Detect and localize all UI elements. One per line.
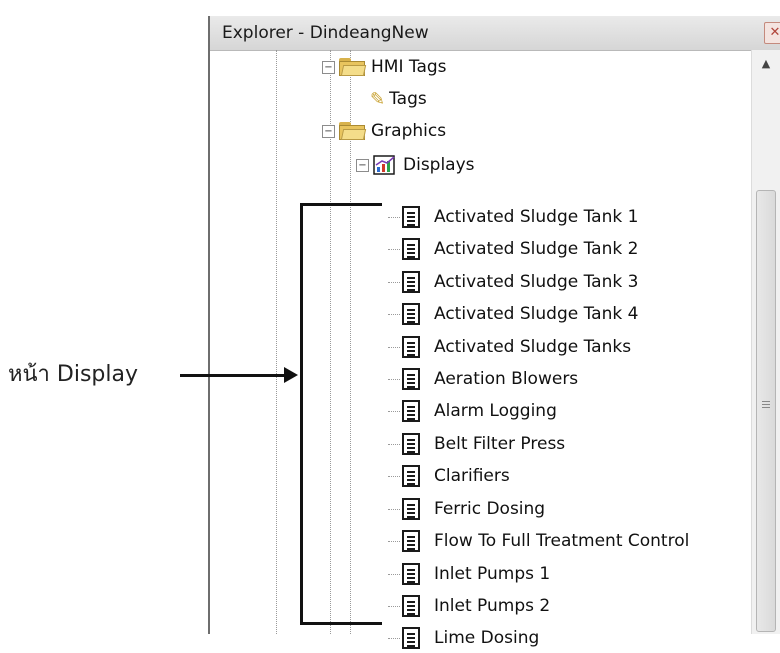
display-item[interactable]: Activated Sludge Tank 2 bbox=[402, 234, 638, 264]
window-title: Explorer - DindeangNew bbox=[222, 23, 429, 43]
collapse-icon[interactable]: − bbox=[322, 60, 335, 74]
tree-connector bbox=[388, 606, 400, 607]
explorer-window: Explorer - DindeangNew ✕ − HMI Tags ✎ Ta… bbox=[208, 16, 780, 649]
folder-icon bbox=[339, 58, 367, 76]
display-item[interactable]: Inlet Pumps 2 bbox=[402, 591, 550, 621]
display-item[interactable]: Lime Dosing bbox=[402, 623, 539, 653]
vertical-scrollbar[interactable]: ▲ bbox=[751, 50, 780, 634]
display-item[interactable]: Alarm Logging bbox=[402, 396, 557, 426]
display-item[interactable]: Aeration Blowers bbox=[402, 364, 578, 394]
display-item[interactable]: Activated Sludge Tanks bbox=[402, 332, 631, 362]
display-item[interactable]: Clarifiers bbox=[402, 461, 510, 491]
display-item[interactable]: Activated Sludge Tank 3 bbox=[402, 267, 638, 297]
tree-node-displays[interactable]: − Displays bbox=[356, 150, 475, 180]
display-item-label: Activated Sludge Tank 4 bbox=[434, 304, 639, 324]
close-button[interactable]: ✕ bbox=[764, 22, 780, 44]
display-document-icon bbox=[402, 465, 420, 487]
display-item-label: Flow To Full Treatment Control bbox=[434, 531, 690, 551]
display-item-label: Lime Dosing bbox=[434, 628, 540, 648]
displays-chart-icon bbox=[373, 155, 397, 175]
display-item-label: Ferric Dosing bbox=[434, 499, 546, 519]
tree-node-graphics[interactable]: − Graphics bbox=[322, 116, 446, 146]
collapse-icon[interactable]: − bbox=[322, 124, 335, 138]
display-item-label: Inlet Pumps 1 bbox=[434, 564, 551, 584]
display-document-icon bbox=[402, 627, 420, 649]
display-item-label: Belt Filter Press bbox=[434, 434, 566, 454]
tree-connector bbox=[388, 282, 400, 283]
display-item[interactable]: Activated Sludge Tank 4 bbox=[402, 299, 638, 329]
display-document-icon bbox=[402, 206, 420, 228]
display-item-label: Activated Sludge Tanks bbox=[434, 337, 632, 357]
callout-arrow-line bbox=[180, 374, 288, 377]
tree-node-hmi-tags[interactable]: − HMI Tags bbox=[322, 52, 447, 82]
tree-connector bbox=[388, 379, 400, 380]
display-item[interactable]: Belt Filter Press bbox=[402, 429, 565, 459]
explorer-tree: − HMI Tags ✎ Tags − Graphics − Displays … bbox=[210, 50, 750, 649]
callout-arrow-head-icon bbox=[284, 367, 298, 383]
display-item[interactable]: Inlet Pumps 1 bbox=[402, 559, 550, 589]
tree-connector bbox=[388, 541, 400, 542]
tree-node-label: Displays bbox=[403, 155, 475, 175]
display-document-icon bbox=[402, 271, 420, 293]
display-item[interactable]: Activated Sludge Tank 1 bbox=[402, 202, 638, 232]
display-document-icon bbox=[402, 303, 420, 325]
tree-connector bbox=[388, 444, 400, 445]
title-bar[interactable]: Explorer - DindeangNew ✕ bbox=[210, 16, 780, 51]
tree-connector bbox=[388, 509, 400, 510]
collapse-icon[interactable]: − bbox=[356, 158, 369, 172]
tree-connector bbox=[388, 314, 400, 315]
tree-node-tags[interactable]: ✎ Tags bbox=[370, 84, 427, 114]
display-document-icon bbox=[402, 563, 420, 585]
display-item-label: Activated Sludge Tank 3 bbox=[434, 272, 639, 292]
tree-node-label: Graphics bbox=[371, 121, 447, 141]
tree-guide-line bbox=[276, 50, 277, 634]
display-document-icon bbox=[402, 368, 420, 390]
callout-bracket bbox=[300, 203, 382, 625]
display-item-label: Alarm Logging bbox=[434, 401, 557, 421]
tree-node-label: Tags bbox=[389, 89, 427, 109]
display-document-icon bbox=[402, 400, 420, 422]
display-item-label: Activated Sludge Tank 2 bbox=[434, 239, 639, 259]
display-item-label: Inlet Pumps 2 bbox=[434, 596, 551, 616]
display-document-icon bbox=[402, 498, 420, 520]
tree-connector bbox=[388, 249, 400, 250]
tree-node-label: HMI Tags bbox=[371, 57, 447, 77]
grip-icon bbox=[762, 401, 770, 402]
tag-icon: ✎ bbox=[370, 88, 386, 110]
callout-label: หน้า Display bbox=[8, 362, 138, 387]
display-item[interactable]: Flow To Full Treatment Control bbox=[402, 526, 689, 556]
tree-connector bbox=[388, 347, 400, 348]
display-document-icon bbox=[402, 595, 420, 617]
folder-icon bbox=[339, 122, 367, 140]
tree-connector bbox=[388, 411, 400, 412]
scroll-up-arrow-icon[interactable]: ▲ bbox=[752, 54, 780, 74]
display-item-label: Aeration Blowers bbox=[434, 369, 579, 389]
display-document-icon bbox=[402, 433, 420, 455]
display-document-icon bbox=[402, 238, 420, 260]
tree-connector bbox=[388, 476, 400, 477]
tree-connector bbox=[388, 217, 400, 218]
tree-connector bbox=[388, 574, 400, 575]
display-document-icon bbox=[402, 530, 420, 552]
display-item[interactable]: Ferric Dosing bbox=[402, 494, 545, 524]
scroll-thumb[interactable] bbox=[756, 190, 776, 632]
tree-connector bbox=[388, 638, 400, 639]
display-item-label: Activated Sludge Tank 1 bbox=[434, 207, 639, 227]
display-document-icon bbox=[402, 336, 420, 358]
display-item-label: Clarifiers bbox=[434, 466, 510, 486]
